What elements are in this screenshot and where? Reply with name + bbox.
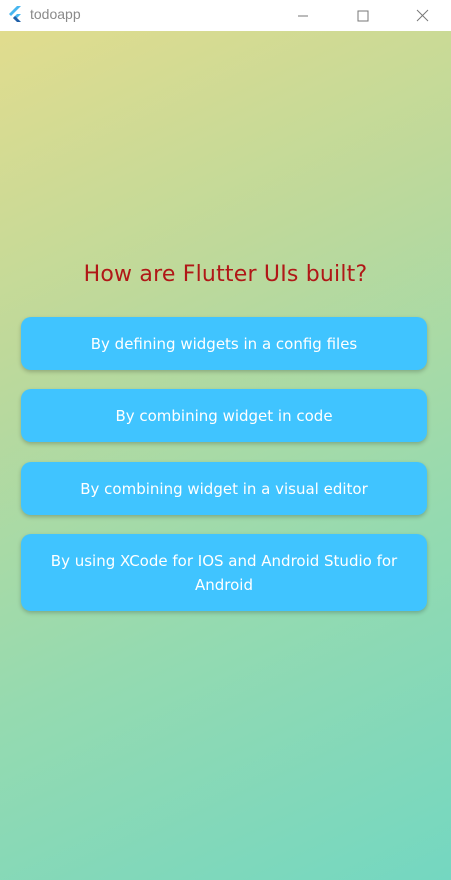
answer-button-1[interactable]: By defining widgets in a config files bbox=[21, 317, 427, 370]
close-icon bbox=[416, 9, 428, 22]
question-text: How are Flutter UIs built? bbox=[83, 262, 368, 287]
minimize-button[interactable] bbox=[280, 0, 326, 31]
answer-button-4[interactable]: By using XCode for IOS and Android Studi… bbox=[21, 534, 427, 611]
answer-button-3[interactable]: By combining widget in a visual editor bbox=[21, 462, 427, 515]
minimize-icon bbox=[298, 15, 308, 16]
flutter-logo-icon bbox=[9, 6, 21, 22]
maximize-icon bbox=[357, 10, 369, 21]
maximize-button[interactable] bbox=[340, 0, 386, 31]
window-title: todoapp bbox=[30, 6, 81, 22]
window-titlebar: todoapp bbox=[0, 0, 451, 31]
close-button[interactable] bbox=[399, 0, 445, 31]
answer-button-2[interactable]: By combining widget in code bbox=[21, 389, 427, 442]
quiz-screen: How are Flutter UIs built? By defining w… bbox=[0, 31, 451, 880]
